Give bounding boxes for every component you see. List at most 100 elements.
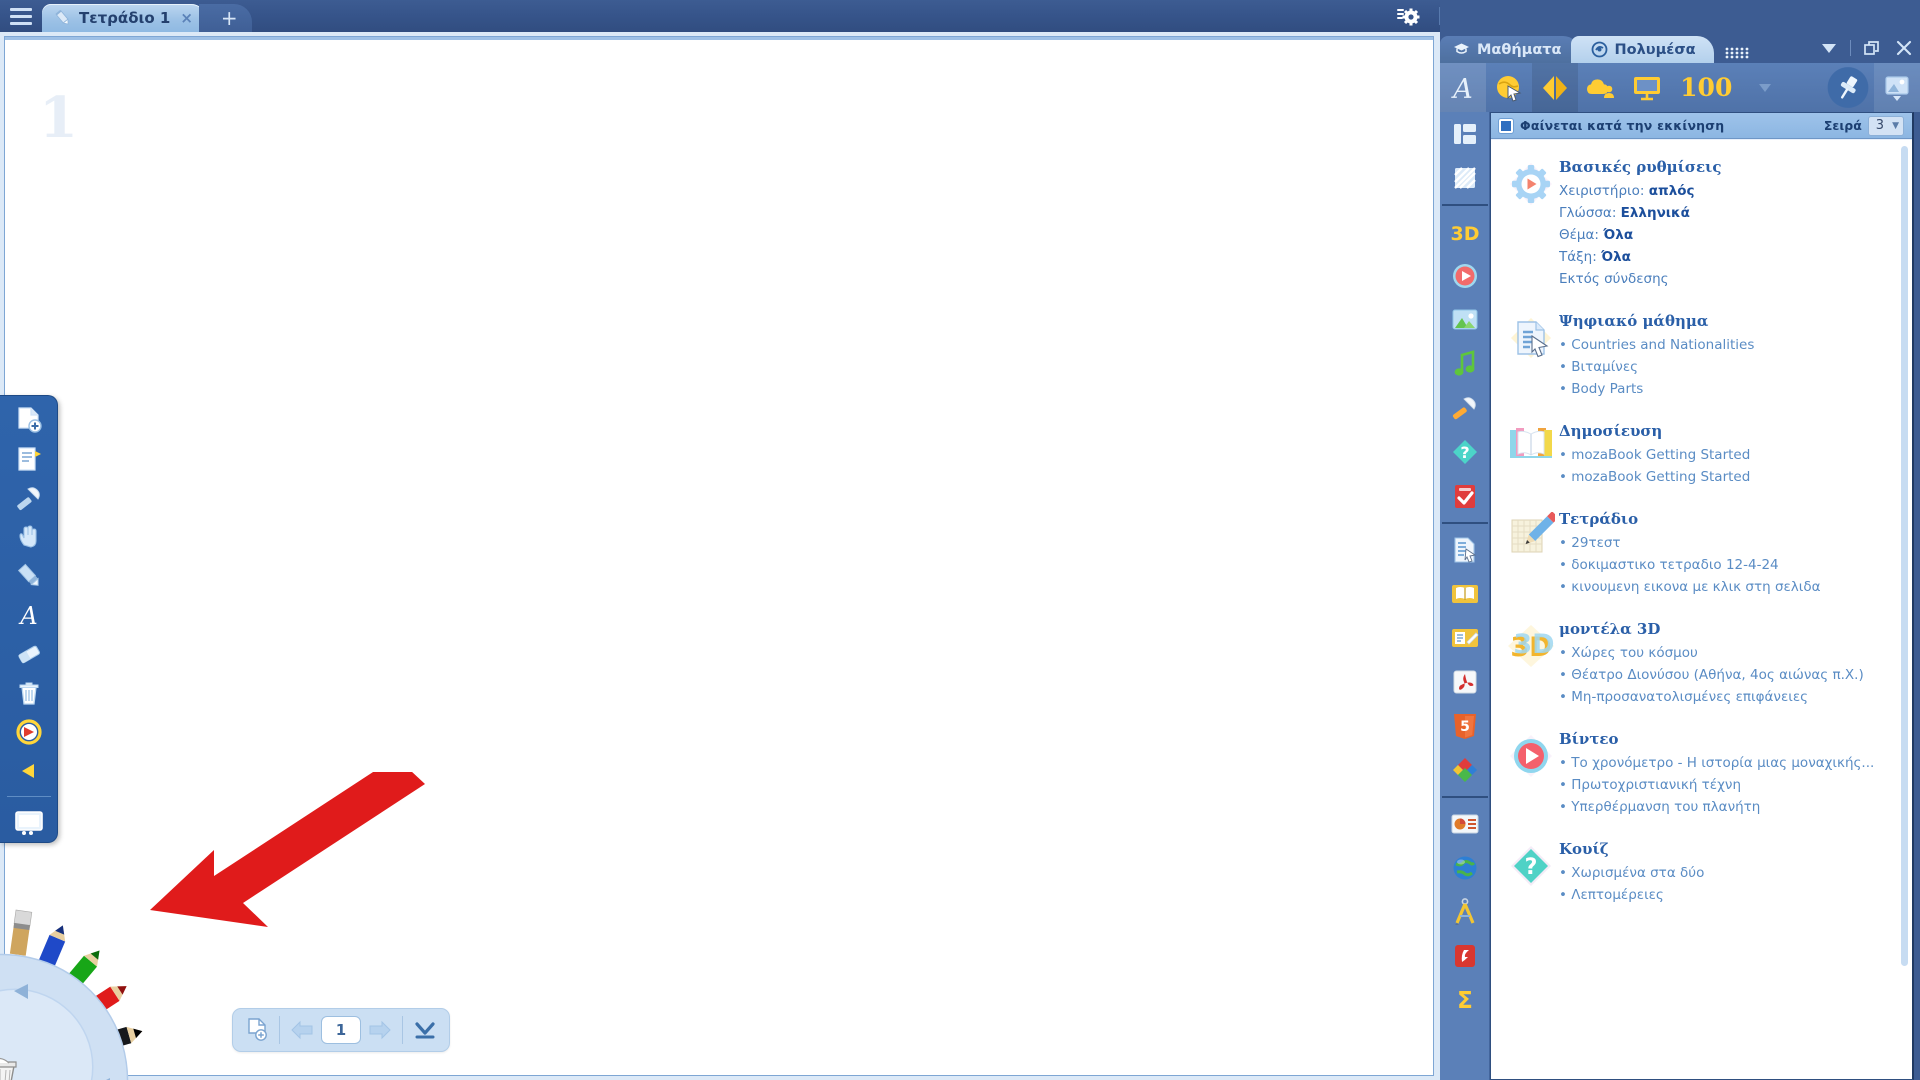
hammer-icon[interactable] [1442,386,1488,430]
list-item[interactable]: Countries and Nationalities [1559,334,1898,356]
page-number-input[interactable]: 1 [321,1016,361,1044]
open-book-icon[interactable] [1442,572,1488,616]
chevron-down-icon: ▼ [1892,120,1899,131]
tools-button[interactable] [5,480,53,517]
new-tab-button[interactable]: + [198,4,252,32]
mirror-split-icon[interactable] [1532,63,1579,112]
pen-fan-widget[interactable] [0,900,210,1080]
list-item[interactable]: Μη-προσανατολισμένες επιφάνειες [1559,686,1898,708]
list-item[interactable]: Λεπτομέρειες [1559,884,1898,906]
svg-text:3D: 3D [1513,629,1554,660]
group-3d-models: 3D 3D μοντέλα 3D Χώρες του κόσμου Θέατρο… [1491,612,1912,722]
presentation-button[interactable] [5,805,53,842]
list-item[interactable]: Υπερθέρμανση του πλανήτη [1559,796,1898,818]
layout-panes-icon[interactable] [1442,112,1488,156]
list-item[interactable]: Θέατρο Διονύσου (Αθήνα, 4ος αιώνας π.Χ.) [1559,664,1898,686]
settings-gear-icon[interactable] [1389,0,1429,32]
show-at-startup-checkbox[interactable] [1499,118,1513,133]
3d-icon[interactable]: 3D [1442,210,1488,254]
list-item[interactable]: mozaBook Getting Started [1559,466,1898,488]
pdf-icon[interactable] [1442,660,1488,704]
image-dropdown-icon[interactable] [1873,63,1920,112]
graduation-cap-icon [1453,41,1470,58]
prev-page-button[interactable] [283,1013,321,1047]
tab-multimedia[interactable]: Πολυμέσα [1570,36,1714,63]
order-select[interactable]: 3 ▼ [1867,115,1904,136]
letter-a-icon[interactable]: A [1440,63,1487,112]
play-circle-icon[interactable] [1442,254,1488,298]
eraser-button[interactable] [5,635,53,672]
group-video: Βίντεο Το χρονόμετρο - Η ιστορία μιας μο… [1491,722,1912,832]
panel-scroll-area[interactable]: Βασικές ρυθμίσεις Χειριστήριο: απλός Γλώ… [1491,140,1912,1079]
panel-toolbar: A 100 [1440,63,1920,112]
document-cursor-icon[interactable] [1442,528,1488,572]
hatch-pattern-icon[interactable] [1442,156,1488,200]
order-label: Σειρά [1823,118,1862,133]
chevron-down-icon[interactable] [1813,36,1845,60]
close-panel-icon[interactable] [1888,36,1920,60]
list-item[interactable]: Body Parts [1559,378,1898,400]
group-body: Βασικές ρυθμίσεις Χειριστήριο: απλός Γλώ… [1559,158,1898,290]
document-cursor-icon [1503,312,1559,400]
add-page-button[interactable] [238,1013,276,1047]
text-button[interactable]: A [5,597,53,634]
list-item[interactable]: mozaBook Getting Started [1559,444,1898,466]
plus-icon: + [220,6,238,30]
pushpin-icon[interactable] [1822,63,1874,112]
left-tool-palette: A [0,395,58,843]
svg-text:A: A [1450,74,1473,104]
panel-scrollbar-thumb[interactable] [1901,146,1908,966]
html5-icon[interactable]: 5 [1442,704,1488,748]
jump-to-end-button[interactable] [406,1013,444,1047]
group-body: Κουίζ Χωρισμένα στα δύο Λεπτομέρειες [1559,840,1898,906]
new-page-button[interactable] [5,402,53,439]
list-item[interactable]: Χώρες του κόσμου [1559,642,1898,664]
panel-scrollbar[interactable] [1901,146,1908,1073]
delete-button[interactable] [5,674,53,711]
panel-content-header: Φαίνεται κατά την εκκίνηση Σειρά 3 ▼ [1491,113,1912,139]
tab-notebook-1[interactable]: Τετράδιο 1 × [42,4,207,32]
checklist-icon[interactable] [1442,474,1488,518]
tab-lessons[interactable]: Μαθήματα [1440,36,1580,63]
monitor-icon[interactable] [1624,63,1670,112]
tab-multimedia-label: Πολυμέσα [1614,41,1696,58]
picture-icon[interactable] [1442,298,1488,342]
list-item[interactable]: Πρωτοχριστιανική τέχνη [1559,774,1898,796]
group-quiz: ? Κουίζ Χωρισμένα στα δύο Λεπτομέρειες [1491,832,1912,920]
list-item[interactable]: 29τεστ [1559,532,1898,554]
hand-button[interactable] [5,519,53,556]
earth-globe-icon[interactable] [1442,846,1488,890]
drag-grip-icon[interactable] [1720,43,1754,63]
list-item[interactable]: Το χρονόμετρο - Η ιστορία μιας μοναχικής… [1559,752,1898,774]
slide-chart-icon[interactable] [1442,802,1488,846]
pen-button[interactable] [5,558,53,595]
next-page-button[interactable] [361,1013,399,1047]
list-item[interactable]: Χωρισμένα στα δύο [1559,862,1898,884]
flash-f-icon[interactable] [1442,934,1488,978]
collapse-button[interactable] [5,752,53,789]
cloud-user-icon[interactable] [1578,63,1624,112]
question-diamond-icon[interactable]: ? [1442,430,1488,474]
close-icon[interactable]: × [180,9,193,27]
sigma-icon[interactable]: Σ [1442,978,1488,1022]
chevron-down-small-icon[interactable] [1742,63,1788,112]
compass-icon[interactable] [1442,890,1488,934]
list-item[interactable]: δοκιμαστικο τετραδιο 12-4-24 [1559,554,1898,576]
3d-icon: 3D 3D [1503,620,1559,708]
notebook-workspace: 1 1 A [0,32,1440,1080]
restore-panel-icon[interactable] [1856,36,1888,60]
group-title: Ψηφιακό μάθημα [1559,312,1709,330]
panel-category-rail: 3D ? 5 Σ [1440,112,1490,1080]
list-item[interactable]: Βιταμίνες [1559,356,1898,378]
exercise-book-icon[interactable] [1442,616,1488,660]
hamburger-menu-icon[interactable] [0,0,42,32]
zoom-100-icon[interactable]: 100 [1670,63,1742,112]
music-note-icon[interactable] [1442,342,1488,386]
zoom-level-label: 100 [1680,73,1733,102]
list-item[interactable]: κινουμενη εικονα με κλικ στη σελιδα [1559,576,1898,598]
notebook-page[interactable]: 1 [4,36,1434,1076]
color-diamond-icon[interactable] [1442,748,1488,792]
undo-button[interactable] [5,713,53,750]
globe-cursor-icon[interactable] [1486,63,1532,112]
page-properties-button[interactable] [5,441,53,478]
